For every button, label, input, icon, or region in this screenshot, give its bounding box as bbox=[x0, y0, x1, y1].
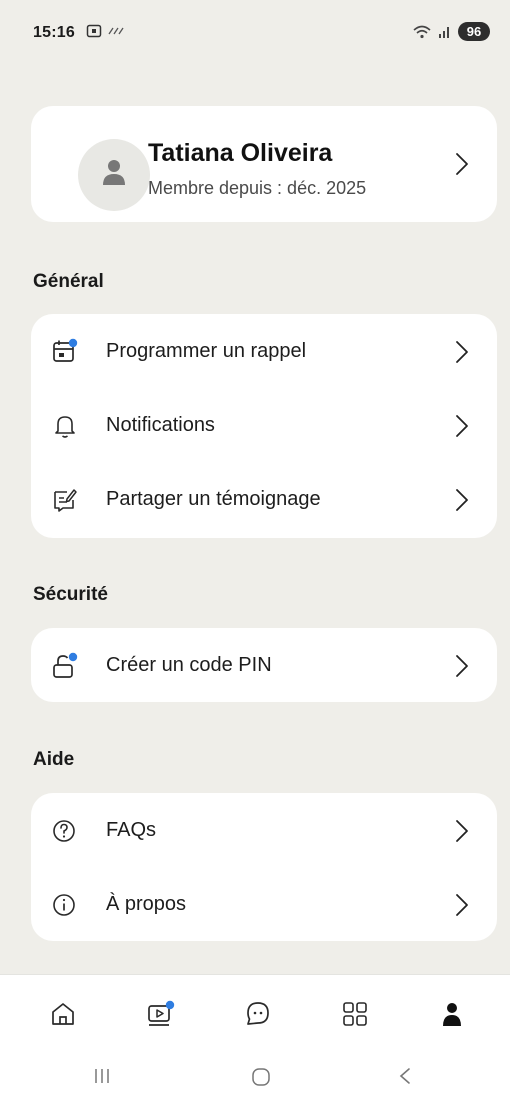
recent-apps-icon[interactable] bbox=[92, 1066, 112, 1086]
general-card: Programmer un rappel Notifications Parta… bbox=[31, 314, 497, 538]
section-title-security: Sécurité bbox=[33, 584, 108, 605]
home-button-icon[interactable] bbox=[250, 1066, 272, 1088]
info-icon bbox=[53, 894, 75, 916]
menu-item-label: FAQs bbox=[106, 819, 157, 841]
status-icons-left bbox=[86, 24, 124, 38]
status-time: 15:16 bbox=[33, 24, 75, 41]
menu-item-label: Programmer un rappel bbox=[106, 340, 307, 362]
grid-icon[interactable] bbox=[340, 999, 370, 1029]
edit-note-icon bbox=[54, 489, 77, 512]
menu-item-notifications[interactable]: Notifications bbox=[31, 388, 497, 464]
bell-icon bbox=[55, 416, 75, 438]
menu-item-faqs[interactable]: FAQs bbox=[31, 793, 497, 869]
menu-item-label: Partager un témoignage bbox=[106, 488, 321, 510]
avatar bbox=[78, 139, 150, 211]
person-placeholder-icon bbox=[103, 160, 125, 185]
profile-member-since: Membre depuis : déc. 2025 bbox=[148, 178, 367, 198]
profile-card[interactable]: Tatiana Oliveira Membre depuis : déc. 20… bbox=[31, 106, 497, 222]
home-icon[interactable] bbox=[48, 999, 78, 1029]
chevron-right-icon bbox=[456, 341, 468, 363]
calendar-icon bbox=[53, 338, 78, 362]
signal-wave-icon bbox=[108, 27, 124, 35]
help-card: FAQs À propos bbox=[31, 793, 497, 941]
menu-item-testimonial[interactable]: Partager un témoignage bbox=[31, 462, 497, 538]
menu-item-label: À propos bbox=[106, 893, 187, 915]
chevron-right-icon bbox=[456, 655, 468, 677]
profile-icon[interactable] bbox=[437, 999, 467, 1029]
chevron-right-icon bbox=[456, 489, 468, 511]
section-title-help: Aide bbox=[33, 749, 75, 770]
system-navigation-bar bbox=[0, 1050, 510, 1093]
question-icon bbox=[53, 820, 75, 842]
menu-item-label: Notifications bbox=[106, 414, 215, 436]
screen-record-icon bbox=[86, 24, 102, 38]
chevron-right-icon bbox=[456, 415, 468, 437]
chevron-right-icon bbox=[456, 820, 468, 842]
section-title-general: Général bbox=[33, 271, 104, 292]
menu-item-about[interactable]: À propos bbox=[31, 867, 497, 943]
status-bar: 15:16 96 bbox=[0, 0, 510, 60]
bottom-navigation bbox=[0, 974, 510, 1050]
status-icons-right: 96 bbox=[412, 22, 490, 41]
chevron-right-icon bbox=[456, 894, 468, 916]
security-card: Créer un code PIN bbox=[31, 628, 497, 702]
profile-name: Tatiana Oliveira bbox=[148, 139, 333, 167]
chat-icon[interactable] bbox=[243, 999, 273, 1029]
chevron-right-icon bbox=[456, 153, 468, 175]
menu-item-label: Créer un code PIN bbox=[106, 654, 272, 676]
video-icon[interactable] bbox=[145, 999, 175, 1029]
wifi-icon bbox=[413, 25, 431, 38]
battery-badge: 96 bbox=[458, 22, 490, 41]
cell-signal-icon bbox=[439, 26, 449, 38]
back-icon[interactable] bbox=[397, 1066, 413, 1086]
menu-item-reminder[interactable]: Programmer un rappel bbox=[31, 314, 497, 390]
lock-icon bbox=[53, 652, 78, 678]
menu-item-create-pin[interactable]: Créer un code PIN bbox=[31, 628, 497, 704]
